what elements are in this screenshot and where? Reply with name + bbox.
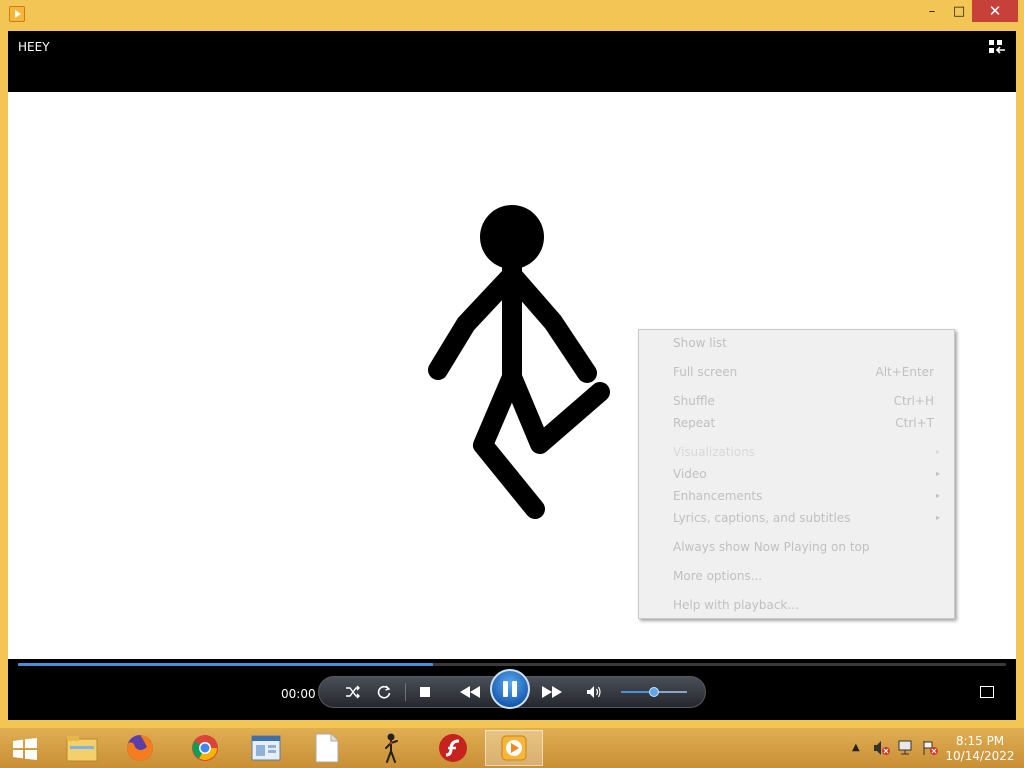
notepad-icon	[315, 733, 339, 763]
submenu-arrow-icon: ▸	[935, 491, 940, 500]
taskbar-pivot-animator[interactable]	[362, 730, 420, 766]
taskbar: ▲ 8:15 PM 10/14/2022	[0, 728, 1024, 768]
shortcut-label: Ctrl+H	[893, 394, 934, 408]
stop-icon[interactable]	[414, 682, 436, 702]
menu-item-always-on-top[interactable]: Always show Now Playing on top	[673, 537, 940, 557]
menu-item-visualizations[interactable]: Visualizations ▸	[673, 442, 940, 462]
control-divider	[405, 683, 406, 701]
flash-player-icon	[439, 734, 467, 762]
context-menu: Show list Full screen Alt+Enter Shuffle Ct…	[638, 329, 955, 619]
menu-item-full-screen[interactable]: Full screen Alt+Enter	[673, 362, 940, 382]
now-playing-header: HEEY	[8, 31, 1016, 92]
firefox-icon	[127, 735, 153, 761]
seek-bar[interactable]	[18, 663, 1006, 666]
video-display[interactable]: Show list Full screen Alt+Enter Shuffle Ct…	[8, 92, 1016, 659]
submenu-arrow-icon: ▸	[935, 447, 940, 456]
submenu-arrow-icon: ▸	[935, 513, 940, 522]
taskbar-firefox[interactable]	[111, 730, 169, 766]
file-explorer-icon	[66, 736, 98, 762]
pause-icon	[503, 681, 508, 697]
clock-date: 10/14/2022	[945, 749, 1015, 763]
taskbar-file-explorer[interactable]	[53, 730, 111, 766]
maximize-button[interactable]: □	[946, 0, 972, 22]
show-hidden-icons-chevron-icon[interactable]: ▲	[852, 742, 860, 753]
action-center-flag-icon[interactable]	[921, 740, 939, 756]
menu-item-lyrics-captions[interactable]: Lyrics, captions, and subtitles ▸	[673, 508, 940, 528]
taskbar-control-panel[interactable]	[237, 730, 295, 766]
media-player-app-icon[interactable]	[9, 6, 25, 22]
taskbar-notepad[interactable]	[298, 730, 356, 766]
menu-item-more-options[interactable]: More options...	[673, 566, 940, 586]
seek-progress	[18, 663, 433, 666]
volume-slider[interactable]	[621, 687, 687, 697]
menu-item-shuffle[interactable]: Shuffle Ctrl+H	[673, 391, 940, 411]
shortcut-label: Ctrl+T	[895, 416, 934, 430]
transport-bar	[318, 669, 706, 709]
playback-controls: 00:00	[8, 659, 1016, 720]
shuffle-icon[interactable]	[342, 682, 364, 702]
menu-item-video[interactable]: Video ▸	[673, 464, 940, 484]
media-player-window: – □ ✕ HEEY Show list Full screen Alt+Ent…	[0, 0, 1024, 728]
network-icon[interactable]	[897, 740, 915, 756]
volume-icon[interactable]	[583, 682, 605, 702]
menu-item-help-playback[interactable]: Help with playback...	[673, 595, 940, 615]
pivot-animator-icon	[385, 733, 398, 763]
minimize-button[interactable]: –	[918, 0, 946, 22]
taskbar-media-player[interactable]	[485, 730, 543, 766]
speaker-muted-icon[interactable]	[873, 740, 891, 756]
previous-icon[interactable]	[455, 682, 485, 702]
video-title: HEEY	[18, 40, 50, 54]
title-bar[interactable]: – □ ✕	[0, 0, 1024, 31]
menu-item-repeat[interactable]: Repeat Ctrl+T	[673, 413, 940, 433]
chrome-icon	[192, 735, 218, 761]
pause-button[interactable]	[490, 669, 530, 709]
clock-time: 8:15 PM	[955, 734, 1005, 748]
control-panel-icon	[251, 735, 281, 761]
taskbar-chrome[interactable]	[176, 730, 234, 766]
media-player-icon	[501, 735, 527, 761]
full-screen-icon[interactable]	[980, 686, 994, 698]
elapsed-time: 00:00	[281, 687, 316, 701]
taskbar-flash-player[interactable]	[424, 730, 482, 766]
taskbar-clock[interactable]: 8:15 PM 10/14/2022	[944, 734, 1016, 764]
repeat-icon[interactable]	[373, 682, 395, 702]
switch-to-library-icon[interactable]	[988, 39, 1006, 55]
shortcut-label: Alt+Enter	[875, 365, 934, 379]
close-button[interactable]: ✕	[972, 0, 1018, 22]
menu-item-enhancements[interactable]: Enhancements ▸	[673, 486, 940, 506]
start-button-windows-icon[interactable]	[12, 738, 38, 760]
next-icon[interactable]	[537, 682, 567, 702]
volume-slider-handle[interactable]	[649, 687, 659, 697]
player-client-area: HEEY Show list Full screen Alt+Enter Shu…	[8, 31, 1016, 720]
submenu-arrow-icon: ▸	[935, 469, 940, 478]
menu-item-show-list[interactable]: Show list	[673, 333, 940, 353]
